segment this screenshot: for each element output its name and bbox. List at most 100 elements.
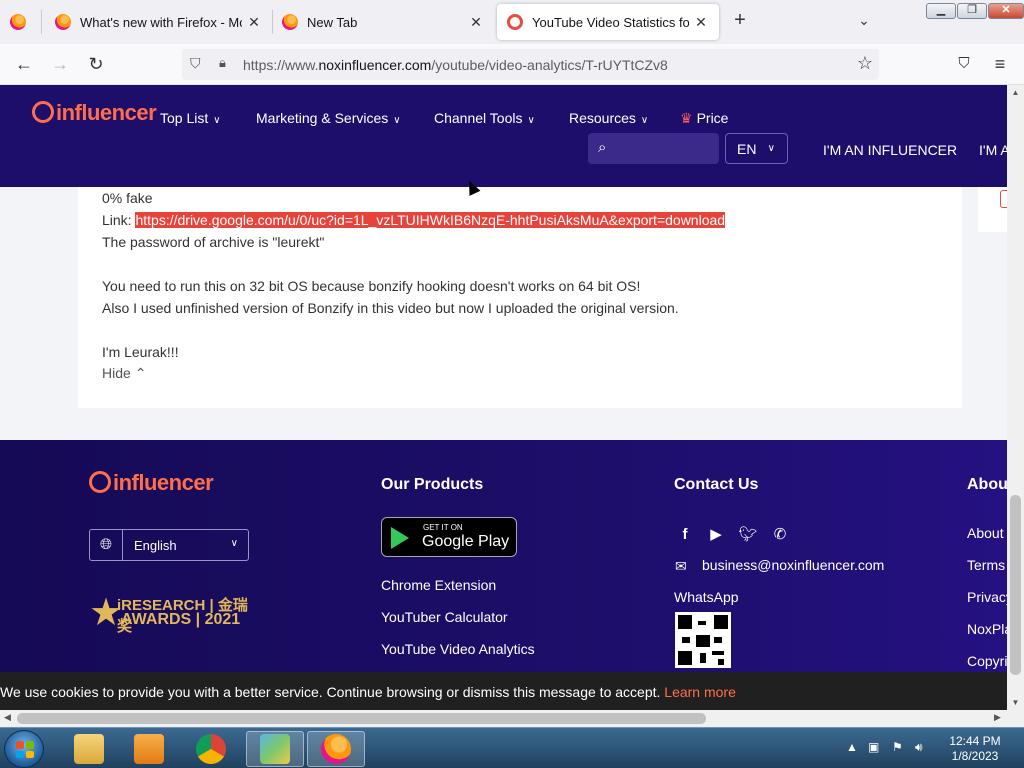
site-header: influencer Top List ∨ Marketing & Service… <box>0 85 1010 187</box>
pocket-icon[interactable]: ⛉ <box>952 52 976 76</box>
logo-mark-icon <box>89 471 111 493</box>
whatsapp-icon[interactable]: ✆ <box>769 524 791 546</box>
learn-more-link[interactable]: Learn more <box>664 684 736 700</box>
menu-top-list[interactable]: Top List ∨ <box>160 110 221 126</box>
download-link[interactable]: https://drive.google.com/u/0/uc?id=1L_vz… <box>135 212 726 228</box>
action-center-icon[interactable]: ⚑ <box>892 740 903 754</box>
terms-link[interactable]: Terms <box>967 557 1005 573</box>
scroll-right-arrow-icon[interactable]: ▶ <box>994 712 1001 723</box>
scroll-up-arrow-icon[interactable]: ▲ <box>1007 88 1024 97</box>
noxplayer-link[interactable]: NoxPla <box>967 621 1012 637</box>
browser-tab-bar: What's new with Firefox - More ✕ New Tab… <box>0 0 1024 44</box>
influencer-link[interactable]: I'M AN INFLUENCER <box>823 142 957 158</box>
mail-icon: ✉ <box>675 558 687 574</box>
url-bar[interactable]: ⛉ 🔒︎ https://www.noxinfluencer.com/youtu… <box>182 49 879 80</box>
description-link-line: Link: https://drive.google.com/u/0/uc?id… <box>102 209 726 231</box>
taskbar-chrome[interactable] <box>182 731 240 767</box>
youtube-video-analytics-link[interactable]: YouTube Video Analytics <box>381 641 535 657</box>
menu-resources[interactable]: Resources ∨ <box>569 110 648 126</box>
windows-logo-icon <box>16 741 34 758</box>
site-search-input[interactable]: ⌕ <box>588 133 719 164</box>
google-play-button[interactable]: GET IT ON Google Play <box>381 517 517 557</box>
vertical-scrollbar[interactable]: ▲ ▼ <box>1007 85 1024 710</box>
cookie-text: We use cookies to provide you with a bet… <box>0 684 665 700</box>
bookmark-star-icon[interactable]: ☆ <box>857 53 873 74</box>
new-tab-button[interactable]: + <box>729 10 751 32</box>
scroll-down-arrow-icon[interactable]: ▼ <box>1007 698 1024 707</box>
search-icon[interactable]: ⌕ <box>598 139 606 156</box>
shield-icon[interactable]: ⛉ <box>190 55 206 73</box>
twitter-icon[interactable]: 🐦︎ <box>737 524 759 546</box>
products-heading: Our Products <box>381 476 484 493</box>
footer-language-select[interactable]: 🌐︎ English ∨ <box>89 529 249 561</box>
chevron-down-icon[interactable]: ⌄ <box>854 12 874 32</box>
menu-label: Top List <box>160 110 209 126</box>
firefox-icon <box>321 734 351 764</box>
tab-title: YouTube Video Statistics for Bo <box>532 14 689 30</box>
taskbar-explorer[interactable] <box>60 731 118 767</box>
clock-time: 12:44 PM <box>949 734 1001 748</box>
tab-whats-new[interactable]: What's new with Firefox - More ✕ <box>45 10 273 34</box>
taskbar-media-player[interactable] <box>120 731 178 767</box>
close-window-button[interactable]: ✕ <box>988 3 1024 19</box>
menu-label: Resources <box>569 110 636 126</box>
tab-new-tab[interactable]: New Tab ✕ <box>272 4 494 40</box>
volume-icon[interactable]: 🔊︎ <box>915 740 923 755</box>
firefox-view-tab[interactable] <box>0 10 42 34</box>
site-logo[interactable]: influencer <box>32 100 157 126</box>
menu-icon[interactable]: ≡ <box>988 52 1012 76</box>
start-button[interactable] <box>4 730 44 768</box>
language-dropdown[interactable]: EN ∨ <box>725 133 788 164</box>
chevron-down-icon: ∨ <box>767 143 775 154</box>
close-icon[interactable]: ✕ <box>693 14 709 31</box>
tab-title: What's new with Firefox - More <box>80 14 242 30</box>
chrome-extension-link[interactable]: Chrome Extension <box>381 577 496 593</box>
menu-channel-tools[interactable]: Channel Tools ∨ <box>434 110 535 126</box>
menu-price[interactable]: ♛ Price <box>680 110 728 127</box>
close-icon[interactable]: ✕ <box>468 14 484 31</box>
menu-marketing-services[interactable]: Marketing & Services ∨ <box>256 110 401 126</box>
facebook-icon[interactable]: f <box>674 524 696 546</box>
close-icon[interactable]: ✕ <box>246 14 262 31</box>
back-arrow-icon[interactable]: ← <box>12 52 36 76</box>
minimize-button[interactable]: ▁ <box>926 3 956 19</box>
show-hidden-icons-icon[interactable]: ▲ <box>846 740 858 754</box>
link-label: Link: <box>102 212 136 228</box>
hide-description-button[interactable]: Hide ⌃ <box>102 365 146 382</box>
scroll-left-arrow-icon[interactable]: ◀ <box>4 712 11 723</box>
about-link[interactable]: About <box>967 525 1004 541</box>
forward-arrow-icon[interactable]: → <box>48 52 72 76</box>
tab-youtube-stats[interactable]: YouTube Video Statistics for Bo ✕ <box>497 4 719 40</box>
maximize-button[interactable]: ❐ <box>957 3 987 19</box>
network-icon[interactable]: ▣ <box>868 740 879 754</box>
video-description: 0% fake Link: https://drive.google.com/u… <box>102 187 726 363</box>
contact-email-link[interactable]: business@noxinfluencer.com <box>702 557 884 573</box>
copyright-text: Copyri <box>967 653 1008 669</box>
contact-heading: Contact Us <box>674 476 759 493</box>
lock-icon[interactable]: 🔒︎ <box>219 55 233 73</box>
menu-label: Marketing & Services <box>256 110 389 126</box>
url-text[interactable]: https://www.noxinfluencer.com/youtube/vi… <box>243 57 668 73</box>
advertiser-link[interactable]: I'M A <box>979 142 1010 158</box>
horizontal-scroll-thumb[interactable] <box>17 713 706 724</box>
youtube-icon[interactable]: ▶ <box>705 524 727 546</box>
chrome-icon <box>196 734 226 764</box>
vertical-scroll-thumb[interactable] <box>1010 495 1021 675</box>
tab-title: New Tab <box>307 14 358 30</box>
url-path: /youtube/video-analytics/T-rUYTtCZv8 <box>431 57 668 73</box>
taskbar-firefox[interactable] <box>307 731 365 767</box>
footer-logo[interactable]: influencer <box>89 470 214 496</box>
chevron-down-icon: ∨ <box>393 115 401 126</box>
taskbar-program[interactable] <box>246 731 304 767</box>
youtuber-calculator-link[interactable]: YouTuber Calculator <box>381 609 508 625</box>
description-line: Also I used unfinished version of Bonzif… <box>102 300 679 316</box>
logo-mark-icon <box>32 101 54 123</box>
horizontal-scrollbar[interactable]: ◀ ▶ <box>0 710 1007 727</box>
description-blank-line <box>102 253 725 275</box>
reload-icon[interactable]: ↻ <box>84 52 108 76</box>
description-blank-line <box>102 319 725 341</box>
clock-date: 1/8/2023 <box>951 749 999 763</box>
awards-line2: AWARDS | 2021 <box>121 611 241 628</box>
media-player-icon <box>134 734 164 764</box>
system-clock[interactable]: 12:44 PM 1/8/2023 <box>940 734 1010 764</box>
